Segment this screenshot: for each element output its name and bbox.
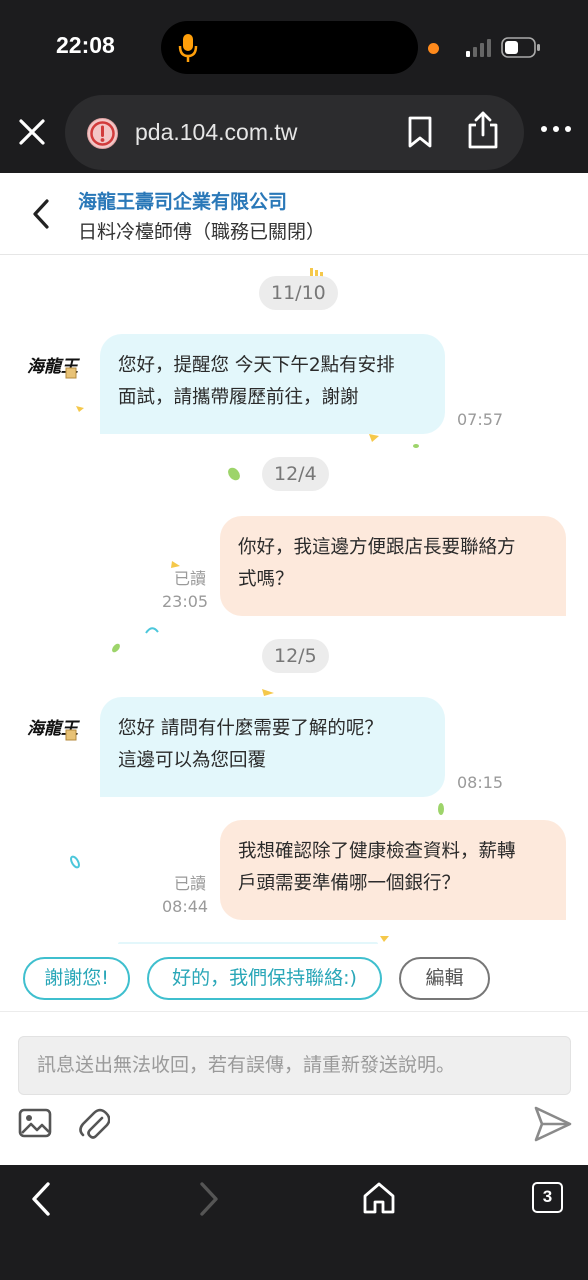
quick-reply-bar: 謝謝您! 好的，我們保持聯絡:) 編輯 bbox=[0, 944, 588, 1012]
close-icon[interactable] bbox=[16, 116, 48, 148]
read-receipt: 已讀 bbox=[174, 874, 207, 893]
status-bar: 22:08 bbox=[0, 0, 588, 95]
message-time: 23:05 bbox=[162, 592, 209, 611]
browser-toolbar: pda.104.com.tw bbox=[0, 95, 588, 173]
dynamic-island bbox=[161, 21, 418, 74]
more-options-icon[interactable] bbox=[540, 124, 572, 134]
date-separator: 12/5 bbox=[262, 639, 329, 673]
outgoing-message: 我想確認除了健康檢查資料，薪轉 戶頭需要準備哪一個銀行？ bbox=[220, 820, 566, 920]
send-icon[interactable] bbox=[533, 1105, 573, 1143]
message-time: 08:15 bbox=[457, 773, 504, 792]
message-line: 戶頭需要準備哪一個銀行？ bbox=[238, 873, 461, 894]
incoming-message: 您好，提醒您 今天下午2點有安排 面試，請攜帶履歷前往，謝謝 bbox=[100, 334, 445, 434]
url-text: pda.104.com.tw bbox=[135, 119, 298, 145]
cellular-signal-icon bbox=[466, 39, 491, 57]
message-time: 07:57 bbox=[457, 410, 504, 429]
battery-icon bbox=[501, 37, 540, 58]
date-separator: 12/4 bbox=[262, 457, 329, 491]
message-line: 您好，提醒您 今天下午2點有安排 bbox=[118, 355, 395, 376]
message-line: 你好，我這邊方便跟店長要聯絡方 bbox=[238, 537, 516, 558]
job-title: 日料冷檯師傅（職務已關閉） bbox=[78, 221, 326, 243]
company-name-link[interactable]: 海龍王壽司企業有限公司 bbox=[78, 187, 287, 214]
message-time: 08:44 bbox=[162, 897, 209, 916]
message-input[interactable]: 訊息送出無法收回，若有誤傳，請重新發送說明。 bbox=[18, 1036, 571, 1095]
browser-forward-icon[interactable] bbox=[196, 1181, 222, 1217]
company-logo-avatar: 海龍王 bbox=[27, 357, 80, 379]
address-bar[interactable]: pda.104.com.tw bbox=[65, 95, 524, 170]
company-logo-avatar: 海龍王 bbox=[27, 719, 80, 741]
back-arrow-icon[interactable] bbox=[30, 198, 52, 230]
browser-back-icon[interactable] bbox=[28, 1181, 54, 1217]
incoming-message: 您好 請問有什麼需要了解的呢？ 這邊可以為您回覆 bbox=[100, 697, 445, 797]
status-time: 22:08 bbox=[56, 32, 115, 58]
message-line: 您好 請問有什麼需要了解的呢？ bbox=[118, 718, 383, 739]
recording-indicator bbox=[428, 43, 439, 54]
home-icon[interactable] bbox=[362, 1181, 396, 1215]
message-composer: 訊息送出無法收回，若有誤傳，請重新發送說明。 bbox=[0, 1013, 588, 1165]
chat-header: 海龍王壽司企業有限公司 日料冷檯師傅（職務已關閉） bbox=[0, 173, 588, 255]
quick-reply-keep-in-touch[interactable]: 好的，我們保持聯絡:) bbox=[147, 957, 382, 1000]
paperclip-icon[interactable] bbox=[78, 1106, 110, 1142]
share-icon[interactable] bbox=[466, 110, 500, 150]
image-icon[interactable] bbox=[18, 1108, 52, 1138]
message-line: 式嗎？ bbox=[238, 569, 294, 590]
bookmark-icon[interactable] bbox=[407, 116, 433, 148]
outgoing-message: 你好，我這邊方便跟店長要聯絡方 式嗎？ bbox=[220, 516, 566, 616]
message-line: 我想確認除了健康檢查資料，薪轉 bbox=[238, 841, 516, 862]
edit-quick-replies-button[interactable]: 編輯 bbox=[399, 957, 490, 1000]
tab-switcher-icon[interactable]: 3 bbox=[532, 1182, 563, 1213]
read-receipt: 已讀 bbox=[174, 569, 207, 588]
quick-reply-thanks[interactable]: 謝謝您! bbox=[23, 957, 130, 1000]
microphone-icon bbox=[178, 34, 198, 62]
date-separator: 11/10 bbox=[259, 276, 338, 310]
browser-bottom-nav: 3 bbox=[0, 1165, 588, 1280]
message-line: 這邊可以為您回覆 bbox=[118, 750, 267, 771]
site-warning-icon[interactable] bbox=[86, 117, 119, 150]
message-line: 面試，請攜帶履歷前往，謝謝 bbox=[118, 387, 359, 408]
chat-messages[interactable]: 11/10 海龍王 您好，提醒您 今天下午2點有安排 面試，請攜帶履歷前往，謝謝… bbox=[0, 256, 588, 944]
